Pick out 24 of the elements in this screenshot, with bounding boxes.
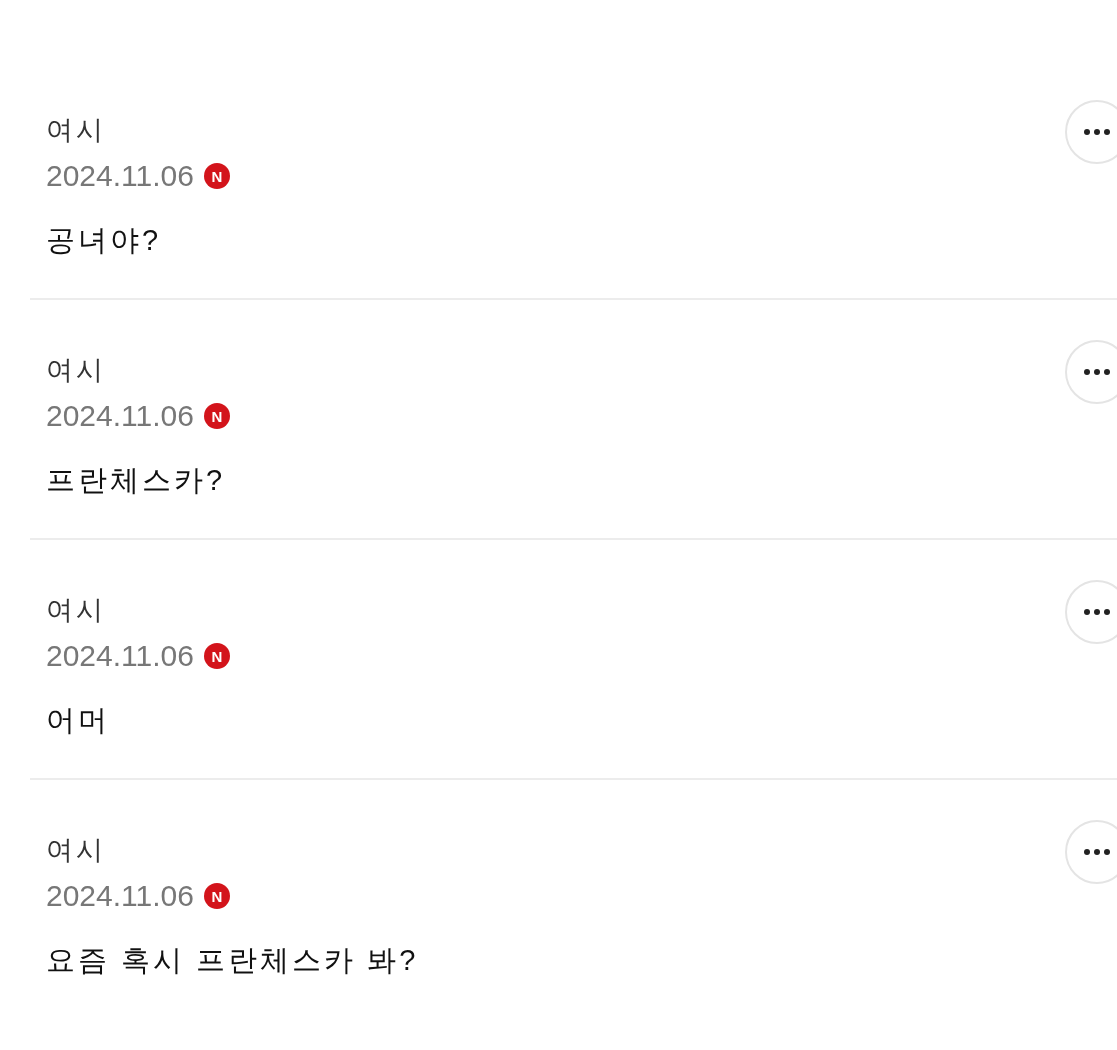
comment-date: 2024.11.06 bbox=[46, 638, 194, 674]
author-name: 여시 bbox=[46, 594, 106, 627]
more-button[interactable] bbox=[1065, 340, 1117, 404]
more-button[interactable] bbox=[1065, 820, 1117, 884]
comment-date: 2024.11.06 bbox=[46, 398, 194, 434]
more-icon bbox=[1084, 849, 1110, 855]
more-icon bbox=[1084, 609, 1110, 615]
comment-date: 2024.11.06 bbox=[46, 158, 194, 194]
comment-text: 어머 bbox=[46, 703, 110, 738]
more-icon bbox=[1084, 369, 1110, 375]
new-badge: N bbox=[203, 163, 230, 189]
more-button[interactable] bbox=[1065, 580, 1117, 644]
comment-text: 프란체스카? bbox=[46, 463, 226, 498]
author-name: 여시 bbox=[46, 354, 106, 387]
author-name: 여시 bbox=[46, 114, 106, 147]
comment-date: 2024.11.06 bbox=[46, 878, 194, 914]
new-badge: N bbox=[203, 403, 230, 429]
comment-text: 공녀야? bbox=[46, 223, 162, 258]
comment-text: 요즘 혹시 프란체스카 봐? bbox=[46, 943, 419, 978]
more-icon bbox=[1084, 129, 1110, 135]
new-badge: N bbox=[203, 883, 230, 909]
more-button[interactable] bbox=[1065, 100, 1117, 164]
author-name: 여시 bbox=[46, 834, 106, 867]
new-badge: N bbox=[203, 643, 230, 669]
